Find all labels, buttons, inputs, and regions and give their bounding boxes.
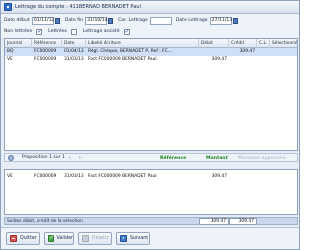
app-icon: [4, 3, 12, 11]
cell-cl: [257, 56, 270, 64]
unletter-icon: [82, 235, 89, 242]
column-header-cl[interactable]: C.L.: [257, 39, 270, 48]
exit-icon: [10, 235, 17, 242]
cell-debit: [199, 48, 229, 56]
cell-credit: [229, 56, 257, 64]
cell-reference: FC000009: [34, 174, 57, 179]
table-header: Journal Référence Date Libellé écriture …: [5, 39, 297, 48]
cell-debit: 309.47: [211, 174, 227, 179]
legend-montant: Montant: [206, 156, 228, 161]
total-debit: 309.47: [199, 218, 229, 225]
legend-reference: Référence: [160, 156, 187, 161]
cell-journal: BQ: [7, 49, 14, 54]
selection-totals-bar: Soldes débit, crédit de la sélection 309…: [4, 217, 298, 225]
calendar-icon[interactable]: [54, 17, 60, 24]
next-arrow-icon: [120, 234, 127, 242]
cell-date: 01/04/13: [64, 49, 84, 54]
cell-libelle: Fact FC000009 BERNADET Paul: [88, 57, 157, 62]
title-bar: Lettrage du compte : 411BERNAD BERNADET …: [1, 1, 299, 14]
table-row[interactable]: VE FC000009 31/03/13 Fact FC000009 BERNA…: [5, 173, 297, 181]
cell-selectionne[interactable]: [270, 56, 297, 64]
cell-date: 31/03/13: [64, 174, 84, 179]
lettrees-checkbox[interactable]: [70, 28, 77, 35]
validate-button[interactable]: Valider: [44, 232, 74, 245]
total-credit: 309.47: [229, 218, 257, 225]
cell-debit: 309.47: [211, 57, 227, 62]
column-header-debit[interactable]: Débit: [199, 39, 229, 48]
proposition-navigator: Proposition 1 sur 1 ‹ › Référence Montan…: [4, 153, 298, 162]
date-fin-field[interactable]: 31/10/14: [85, 16, 108, 25]
cell-reference: FC000009: [34, 57, 57, 62]
previous-arrow-icon[interactable]: ‹: [69, 155, 71, 161]
check-icon: [48, 234, 54, 242]
entries-table: Journal Référence Date Libellé écriture …: [4, 38, 298, 151]
date-lettrage-field[interactable]: 27/11/13: [209, 16, 232, 25]
calendar-icon[interactable]: [232, 17, 238, 24]
next-button[interactable]: Suivant: [116, 232, 150, 245]
lettrage-assiste-label: Lettrage assisté: [82, 29, 120, 34]
column-header-libelle[interactable]: Libellé écriture: [86, 39, 199, 48]
table-row[interactable]: VE FC000009 31/03/13 Fact FC000009 BERNA…: [5, 56, 297, 64]
cell-cl: [257, 48, 270, 56]
cell-credit: [229, 173, 257, 181]
calendar-icon[interactable]: [108, 17, 114, 24]
proposed-entries-table: VE FC000009 31/03/13 Fact FC000009 BERNA…: [4, 169, 298, 215]
cell-selectionne[interactable]: [270, 48, 297, 56]
table-row[interactable]: BQ FC000009 01/04/13 Régl. Chèque, BERNA…: [5, 48, 297, 56]
filter-row-dates: Date début 01/11/12 Date fin 31/10/14 Ca…: [4, 16, 243, 25]
quit-button[interactable]: Quitter: [6, 232, 40, 245]
column-header-credit[interactable]: Crédit: [229, 39, 257, 48]
action-toolbar: Quitter Valider Délettr. Suivant: [1, 227, 299, 249]
date-fin-label: Date fin: [64, 18, 84, 23]
car-lettrage-label: Car. Lettrage: [118, 18, 148, 23]
date-lettrage-label: Date Lettrage: [175, 18, 208, 23]
filter-panel: Date début 01/11/12 Date fin 31/10/14 Ca…: [1, 14, 299, 38]
validate-button-label: Valider: [56, 236, 73, 241]
record-indicator-icon[interactable]: [8, 154, 14, 161]
next-button-label: Suivant: [130, 236, 149, 241]
cell-libelle: Fact FC000009 BERNADET Paul: [88, 174, 157, 179]
proposition-counter: Proposition 1 sur 1: [22, 155, 65, 160]
unletter-button-label: Délettr.: [92, 236, 110, 241]
cell-date: 31/03/13: [64, 57, 84, 62]
quit-button-label: Quitter: [20, 236, 37, 241]
next-arrow-icon[interactable]: ›: [79, 155, 81, 161]
lettrage-window: Lettrage du compte : 411BERNAD BERNADET …: [0, 0, 300, 250]
non-lettrees-checkbox[interactable]: [36, 28, 42, 35]
non-lettrees-label: Non lettrées: [4, 29, 33, 34]
column-header-reference[interactable]: Référence: [32, 39, 62, 48]
totals-label: Soldes débit, crédit de la sélection: [7, 219, 83, 224]
window-title: Lettrage du compte : 411BERNAD BERNADET …: [15, 4, 141, 10]
car-lettrage-field[interactable]: [149, 16, 172, 25]
cell-libelle: Régl. Chèque, BERNADET P, Ref : FC...: [88, 49, 172, 54]
lettrees-label: Lettrées: [48, 29, 67, 34]
column-header-selectionne[interactable]: Sélectionné: [270, 39, 297, 48]
unletter-button[interactable]: Délettr.: [78, 232, 112, 245]
lettrage-assiste-checkbox[interactable]: [123, 28, 130, 35]
legend-montant-approche: Montant approché: [238, 156, 286, 161]
column-header-date[interactable]: Date: [62, 39, 86, 48]
cell-journal: VE: [7, 57, 13, 62]
date-debut-label: Date début: [4, 18, 30, 23]
cell-credit: 309.47: [239, 49, 255, 54]
filter-row-options: Non lettrées Lettrées Lettrage assisté: [4, 27, 136, 36]
cell-reference: FC000009: [34, 49, 57, 54]
column-header-journal[interactable]: Journal: [5, 39, 32, 48]
cell-journal: VE: [7, 174, 13, 179]
date-debut-field[interactable]: 01/11/12: [31, 16, 54, 25]
